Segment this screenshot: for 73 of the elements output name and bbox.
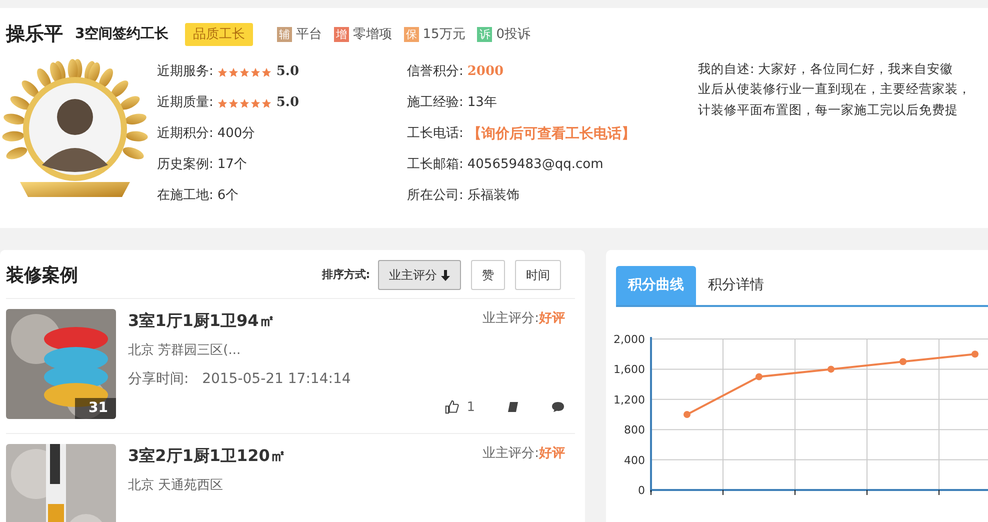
star-icon bbox=[217, 98, 228, 108]
level-badge: 品质工长 bbox=[184, 22, 253, 46]
share-time: 分享时间: 2015-05-21 17:14:14 bbox=[128, 370, 352, 388]
thumbs-up-icon[interactable] bbox=[444, 400, 459, 414]
worker-title: 3空间签约工长 bbox=[75, 24, 169, 44]
intro-text: 我的自述: 大家好，各位同仁好，我来自安徽 bbox=[698, 60, 954, 78]
section-title: 装修案例 bbox=[6, 264, 78, 288]
star-icon bbox=[217, 66, 228, 78]
photo-count: 31 bbox=[74, 398, 116, 419]
data-point bbox=[828, 366, 834, 373]
arrow-down-icon bbox=[441, 270, 450, 282]
sort-button[interactable]: 时间 bbox=[515, 260, 561, 290]
sort-label: 排序方式: bbox=[322, 266, 370, 283]
y-tick-label: 400 bbox=[624, 454, 645, 467]
worker-name: 操乐平 bbox=[6, 22, 63, 47]
detail-value: 【询价后可查看工长电话】 bbox=[467, 124, 636, 144]
data-point bbox=[972, 350, 978, 358]
star-icon bbox=[261, 66, 272, 78]
tag-icon: 增 bbox=[334, 26, 349, 42]
star-icon bbox=[250, 98, 262, 108]
sort-button[interactable]: 赞 bbox=[471, 260, 505, 290]
detail-label: 工长邮箱: bbox=[407, 156, 464, 174]
data-point bbox=[900, 358, 906, 366]
stat-label: 在施工地: bbox=[157, 187, 214, 206]
detail-value: 乐福装饰 bbox=[467, 187, 520, 206]
y-tick-label: 1,600 bbox=[614, 363, 645, 376]
y-tick-label: 0 bbox=[638, 484, 645, 497]
star-icon bbox=[239, 98, 250, 108]
detail-label: 施工经验: bbox=[407, 94, 464, 112]
owner-rating: 业主评分:好评 bbox=[482, 310, 565, 328]
detail-label: 工长电话: bbox=[407, 125, 464, 144]
detail-label: 信誉积分: bbox=[407, 63, 464, 82]
tab[interactable]: 积分详情 bbox=[696, 266, 776, 305]
sort-button[interactable]: 业主评分 bbox=[378, 260, 461, 290]
tag-label: 零增项 bbox=[352, 26, 392, 44]
stat-label: 历史案例: bbox=[157, 156, 214, 174]
stat-value: 400分 bbox=[217, 125, 256, 144]
stat-value: 6个 bbox=[217, 187, 239, 206]
y-tick-label: 1,200 bbox=[614, 393, 645, 406]
case-title[interactable]: 3室1厅1厨1卫94㎡ bbox=[128, 309, 275, 333]
detail-value: 13年 bbox=[467, 94, 497, 112]
detail-value: 2000 bbox=[467, 63, 504, 82]
stat-label: 近期积分: bbox=[157, 125, 214, 144]
tag-label: 0投诉 bbox=[496, 26, 531, 44]
tag-icon: 诉 bbox=[477, 26, 492, 42]
rating-value: 5.0 bbox=[276, 94, 300, 112]
tag-icon: 辅 bbox=[276, 26, 292, 42]
data-point bbox=[684, 411, 690, 418]
y-tick-label: 800 bbox=[624, 424, 645, 437]
intro-text: 业后从使装修行业一直到现在，主要经营家装， bbox=[698, 80, 971, 98]
stat-value: 17个 bbox=[217, 156, 247, 174]
detail-value: 405659483@qq.com bbox=[467, 156, 604, 174]
star-icon bbox=[228, 98, 240, 108]
like-count: 1 bbox=[466, 398, 475, 416]
star-icon bbox=[228, 66, 240, 78]
case-location: 北京 芳群园三区(... bbox=[128, 342, 242, 360]
intro-text: 计装修平面布置图，每一家施工完以后免费提 bbox=[698, 100, 959, 118]
tag-icon: 保 bbox=[404, 26, 419, 42]
star-icon bbox=[250, 66, 262, 78]
star-icon bbox=[239, 66, 250, 78]
stat-label: 近期质量: bbox=[157, 94, 214, 112]
tag-label: 平台 bbox=[296, 26, 322, 44]
star-icon bbox=[261, 98, 272, 108]
stat-label: 近期服务: bbox=[157, 63, 214, 82]
case-title[interactable]: 3室2厅1厨1卫120㎡ bbox=[128, 444, 286, 468]
rating-value: 5.0 bbox=[276, 63, 300, 82]
tag-label: 15万元 bbox=[422, 26, 466, 44]
case-location: 北京 天通苑西区 bbox=[128, 477, 224, 495]
y-tick-label: 2,000 bbox=[614, 333, 645, 346]
owner-rating: 业主评分:好评 bbox=[482, 445, 565, 463]
comment-icon[interactable] bbox=[551, 401, 565, 414]
detail-label: 所在公司: bbox=[407, 187, 464, 206]
data-point bbox=[756, 373, 762, 380]
